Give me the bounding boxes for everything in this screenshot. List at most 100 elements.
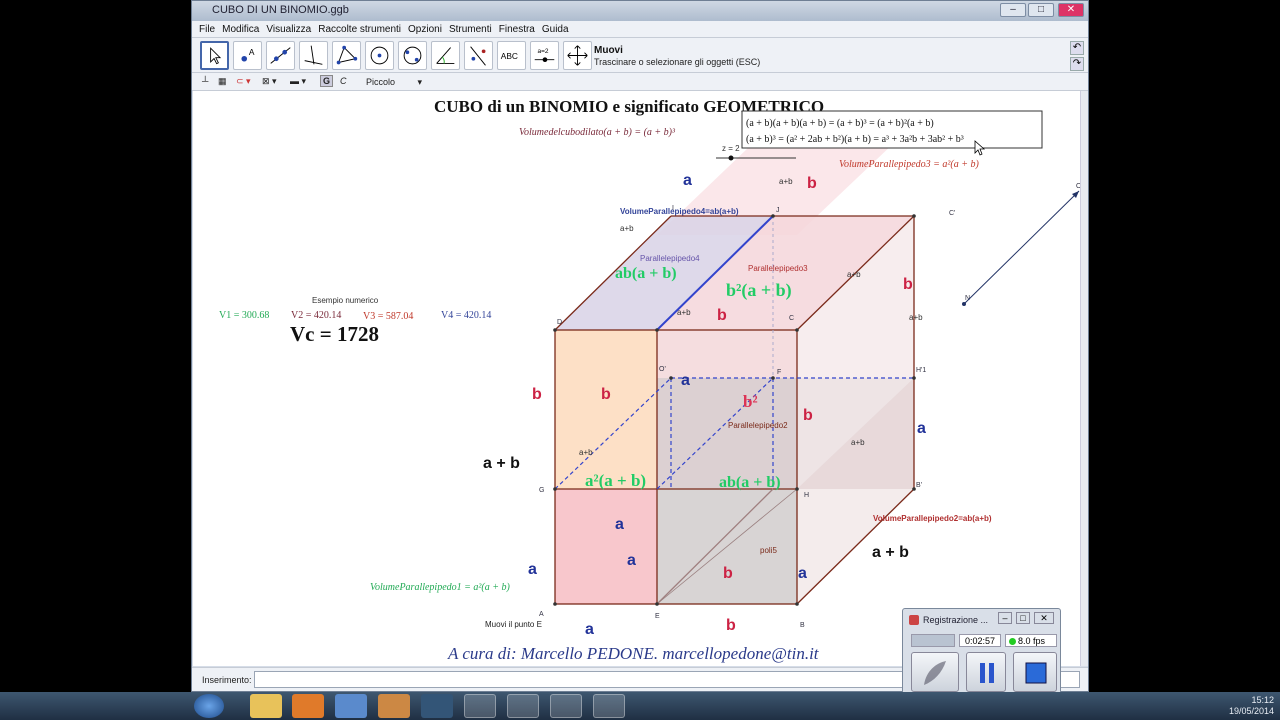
menu-opzioni[interactable]: Opzioni bbox=[408, 24, 442, 37]
grid-toggle-icon[interactable]: ▦ bbox=[218, 76, 227, 87]
text-tool-icon[interactable]: ABC bbox=[497, 41, 526, 70]
point-b[interactable]: B bbox=[800, 622, 805, 629]
recorder-title: Registrazione ... bbox=[923, 615, 989, 625]
label-b-left: b bbox=[532, 386, 542, 403]
style-bar: ┴ ▦ ⊂ ▾ ⊠ ▾ ▬ ▾ G C Piccolo ▾ bbox=[192, 73, 1088, 91]
app5-taskbar-icon[interactable] bbox=[550, 694, 582, 718]
text-size-value: Piccolo bbox=[366, 77, 396, 87]
start-button[interactable] bbox=[194, 694, 224, 718]
pause-icon[interactable] bbox=[966, 652, 1006, 692]
label-a-right: a bbox=[917, 420, 926, 437]
point-h1-prime[interactable]: H'1 bbox=[916, 367, 926, 374]
menu-guida[interactable]: Guida bbox=[542, 24, 569, 37]
recorder-minimize[interactable]: – bbox=[998, 612, 1012, 624]
point-j[interactable]: J bbox=[776, 207, 780, 214]
point-f[interactable]: F bbox=[777, 369, 781, 376]
point-o-prime[interactable]: O' bbox=[659, 366, 666, 373]
point-a[interactable]: A bbox=[539, 611, 544, 618]
recorder-taskbar-icon[interactable] bbox=[593, 694, 625, 718]
line-tool-icon[interactable] bbox=[266, 41, 295, 70]
circle-3pt-tool-icon[interactable] bbox=[398, 41, 427, 70]
app2-taskbar-icon[interactable] bbox=[378, 694, 410, 718]
label-b-top: b bbox=[807, 175, 817, 192]
text-size-select[interactable]: Piccolo ▾ bbox=[366, 77, 422, 88]
par3-label: Parallelepipedo3 bbox=[748, 264, 808, 273]
stop-icon[interactable] bbox=[1013, 652, 1057, 692]
slider-tool-icon[interactable]: a=2 bbox=[530, 41, 559, 70]
app4-taskbar-icon[interactable] bbox=[507, 694, 539, 718]
angle-tool-icon[interactable] bbox=[431, 41, 460, 70]
menu-visualizza[interactable]: Visualizza bbox=[266, 24, 311, 37]
slider-handle[interactable] bbox=[728, 155, 734, 161]
v3-value: V3 = 587.04 bbox=[363, 311, 413, 322]
recorder-close[interactable]: ✕ bbox=[1034, 612, 1054, 624]
circle-tool-icon[interactable] bbox=[365, 41, 394, 70]
vector-no bbox=[963, 190, 1080, 305]
point-i[interactable]: I bbox=[672, 205, 674, 212]
small-apb-5: a+b bbox=[909, 313, 923, 322]
menu-file[interactable]: File bbox=[199, 24, 215, 37]
point-d[interactable]: D bbox=[557, 319, 562, 326]
label-a-top: a bbox=[683, 172, 692, 189]
magnet-icon[interactable]: ⊂ ▾ bbox=[236, 76, 251, 87]
recorder-icon bbox=[909, 615, 919, 625]
green-ab-mid: ab(a + b) bbox=[719, 474, 781, 491]
media-taskbar-icon[interactable] bbox=[292, 694, 324, 718]
recorder-time: 0:02:57 bbox=[959, 634, 1001, 647]
maximize-button[interactable]: □ bbox=[1028, 3, 1054, 17]
credit: A cura di: Marcello PEDONE. marcellopedo… bbox=[447, 644, 820, 663]
geogebra-window: CUBO DI UN BINOMIO.ggb – □ ✕ File Modifi… bbox=[191, 0, 1089, 692]
move-view-tool-icon[interactable] bbox=[563, 41, 592, 70]
bold-toggle-icon[interactable]: G bbox=[320, 75, 334, 87]
graphics-view[interactable]: CUBO di un BINOMIO e significato GEOMETR… bbox=[193, 91, 1080, 666]
b2-label: b² bbox=[743, 392, 758, 411]
formula-line-1: (a + b)(a + b)(a + b) = (a + b)³ = (a + … bbox=[746, 118, 934, 129]
close-button[interactable]: ✕ bbox=[1058, 3, 1084, 17]
reflect-tool-icon[interactable] bbox=[464, 41, 493, 70]
axes-toggle-icon[interactable]: ┴ bbox=[202, 76, 208, 86]
undo-icon[interactable]: ↶ bbox=[1070, 41, 1084, 55]
label-a-right-low: a bbox=[798, 565, 807, 582]
app3-taskbar-icon[interactable] bbox=[421, 694, 453, 718]
label-b-front: b bbox=[601, 386, 611, 403]
label-b-inner-top: b bbox=[717, 307, 727, 324]
recorder-panel: Registrazione ... – □ ✕ 0:02:57 8.0 fps bbox=[902, 608, 1061, 696]
svg-text:ABC: ABC bbox=[501, 51, 518, 61]
geogebra-taskbar-icon[interactable] bbox=[464, 694, 496, 718]
minimize-button[interactable]: – bbox=[1000, 3, 1026, 17]
line-style-icon[interactable]: ▬ ▾ bbox=[290, 76, 306, 87]
recorder-record-button[interactable] bbox=[911, 652, 959, 692]
taskbar: 15:12 19/05/2014 bbox=[0, 692, 1280, 720]
clock[interactable]: 15:12 19/05/2014 bbox=[1229, 695, 1274, 717]
par4-label: Parallelepipedo4 bbox=[640, 254, 700, 263]
menu-raccolte[interactable]: Raccolte strumenti bbox=[318, 24, 401, 37]
clock-time: 15:12 bbox=[1251, 695, 1274, 705]
menu-finestra[interactable]: Finestra bbox=[499, 24, 535, 37]
menu-modifica[interactable]: Modifica bbox=[222, 24, 259, 37]
point-c-prime[interactable]: C' bbox=[949, 210, 955, 217]
redo-icon[interactable]: ↷ bbox=[1070, 57, 1084, 71]
perpendicular-tool-icon[interactable] bbox=[299, 41, 328, 70]
small-apb-2: a+b bbox=[620, 224, 634, 233]
explorer-taskbar-icon[interactable] bbox=[250, 694, 282, 718]
green-a2: a²(a + b) bbox=[585, 471, 646, 490]
recorder-maximize[interactable]: □ bbox=[1016, 612, 1030, 624]
point-h[interactable]: H bbox=[804, 492, 809, 499]
recorder-volume[interactable] bbox=[911, 634, 955, 647]
menu-strumenti[interactable]: Strumenti bbox=[449, 24, 492, 37]
label-a-left: a bbox=[528, 561, 537, 578]
slider-label: z = 2 bbox=[722, 144, 740, 153]
point-e[interactable]: E bbox=[655, 613, 660, 620]
vertical-scrollbar[interactable] bbox=[1080, 91, 1088, 666]
point-c[interactable]: C bbox=[789, 315, 794, 322]
v4-value: V4 = 420.14 bbox=[441, 310, 491, 321]
label-a-front-low: a bbox=[627, 552, 636, 569]
point-capture-icon[interactable]: ⊠ ▾ bbox=[262, 76, 277, 87]
point-g[interactable]: G bbox=[539, 487, 544, 494]
move-tool-icon[interactable] bbox=[200, 41, 229, 70]
point-tool-icon[interactable]: A bbox=[233, 41, 262, 70]
polygon-tool-icon[interactable] bbox=[332, 41, 361, 70]
italic-toggle-icon[interactable]: C bbox=[340, 76, 347, 86]
point-b-prime[interactable]: B' bbox=[916, 482, 922, 489]
app1-taskbar-icon[interactable] bbox=[335, 694, 367, 718]
